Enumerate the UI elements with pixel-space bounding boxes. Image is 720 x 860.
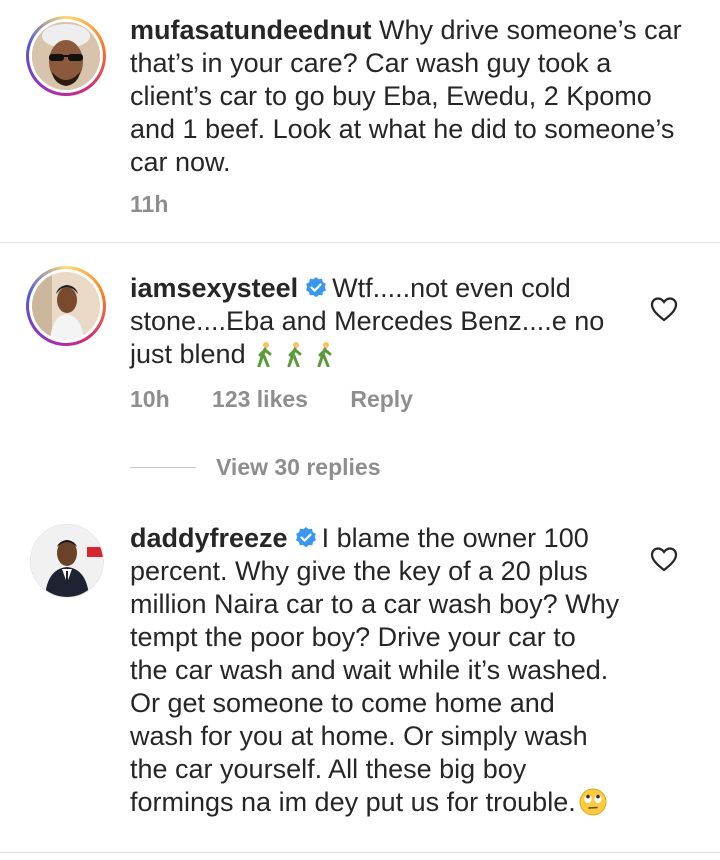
heart-like-icon[interactable] [650, 296, 678, 322]
face-with-rolling-eyes-emoji-icon [579, 788, 607, 816]
avatar-story-ring[interactable] [26, 266, 106, 346]
comment-meta: 10h 123 likes Reply [130, 386, 449, 413]
username[interactable]: mufasatundeednut [130, 15, 379, 45]
view-replies-label[interactable]: View 30 replies [216, 454, 381, 481]
avatar-image [31, 525, 103, 597]
timestamp[interactable]: 11h [130, 191, 168, 217]
likes-count[interactable]: 123 likes [212, 386, 308, 412]
username[interactable]: daddyfreeze [130, 523, 288, 553]
comment-meta: 11h [130, 191, 204, 218]
verified-badge-icon [306, 277, 327, 298]
avatar-image [32, 272, 100, 340]
view-replies-button[interactable]: View 30 replies [130, 454, 381, 480]
heart-like-icon[interactable] [650, 546, 678, 572]
avatar[interactable] [30, 524, 104, 598]
avatar-story-ring[interactable] [26, 16, 106, 96]
person-walking-emoji-icon [257, 342, 272, 367]
replies-line [130, 466, 196, 468]
divider [0, 852, 720, 853]
avatar [32, 272, 100, 340]
comment-text: I blame the owner 100 percent. Why give … [130, 523, 620, 817]
reply-button[interactable]: Reply [350, 386, 413, 412]
person-walking-emoji-icon [287, 342, 302, 367]
avatar-image [32, 22, 100, 90]
username[interactable]: iamsexysteel [130, 273, 298, 303]
timestamp[interactable]: 10h [130, 386, 170, 412]
person-walking-emoji-icon [317, 342, 332, 367]
divider [0, 242, 720, 243]
verified-badge-icon [295, 527, 316, 548]
avatar [32, 22, 100, 90]
